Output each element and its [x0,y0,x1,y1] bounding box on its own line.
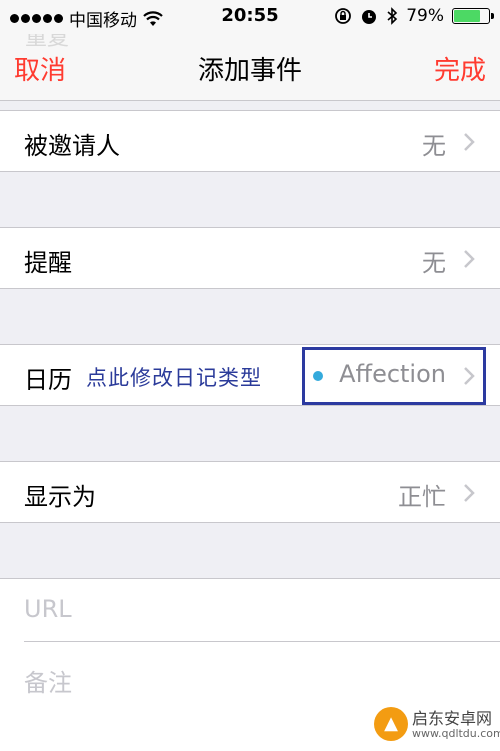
calendar-row[interactable]: 日历 点此修改日记类型 Affection [0,344,500,406]
notes-field[interactable]: 备注 [24,663,72,698]
watermark: ▲ 启东安卓网 www.qdltdu.com [374,703,500,747]
invitees-label: 被邀请人 [24,132,120,160]
invitees-row[interactable]: 被邀请人 无 [0,110,500,172]
chevron-right-icon [464,484,475,502]
orientation-lock-icon [335,8,352,24]
show-as-label: 显示为 [24,483,96,511]
alert-row[interactable]: 提醒 无 [0,227,500,289]
divider [24,641,500,642]
page-title: 添加事件 [197,56,302,86]
done-button[interactable]: 完成 [434,50,486,87]
alert-value: 无 [422,249,446,277]
watermark-name: 启东安卓网 [412,709,493,728]
battery-level-fill [454,10,480,22]
calendar-annotation: 点此修改日记类型 [86,366,262,390]
watermark-logo-icon: ▲ [374,707,408,741]
calendar-label: 日历 [24,366,72,394]
url-field[interactable]: URL [24,595,72,623]
calendar-color-dot [313,371,323,381]
chevron-right-icon [464,133,475,151]
watermark-url: www.qdltdu.com [412,727,500,740]
status-right: 79% [334,6,494,26]
chevron-right-icon [464,367,475,385]
url-notes-section: URL 备注 ▲ 启东安卓网 www.qdltdu.com [0,578,500,751]
show-as-value: 正忙 [398,483,446,511]
nav-bar: 重复 取消 添加事件 完成 [0,34,500,101]
invitees-value: 无 [422,132,446,160]
calendar-value: Affection [339,360,446,388]
bluetooth-icon [387,7,398,25]
alert-label: 提醒 [24,249,72,277]
chevron-right-icon [464,250,475,268]
battery-percent: 79% [406,6,444,26]
show-as-row[interactable]: 显示为 正忙 [0,461,500,523]
status-bar: 中国移动 20:55 79% [0,0,500,34]
battery-icon [452,8,494,24]
alarm-icon [362,10,377,24]
